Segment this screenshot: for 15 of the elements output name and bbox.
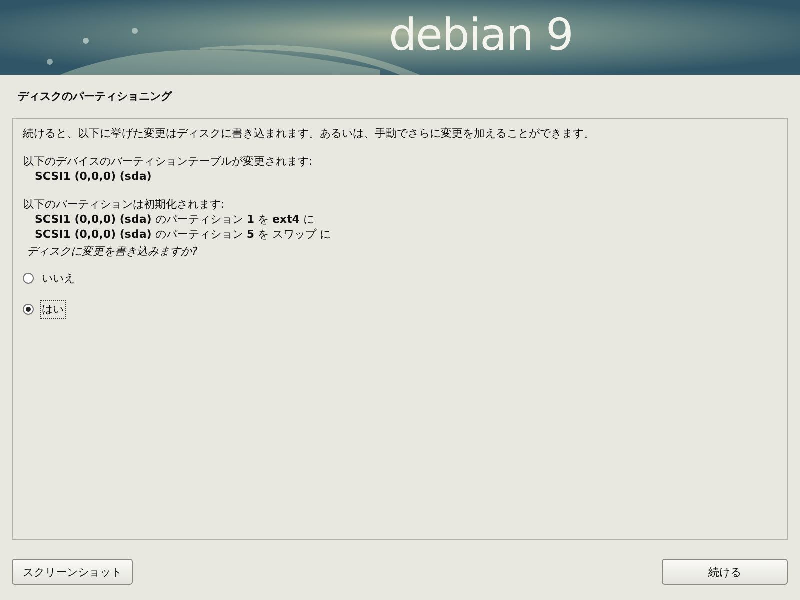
option-label[interactable]: いいえ bbox=[40, 269, 77, 288]
body-text: 以下のデバイスのパーティションテーブルが変更されます: bbox=[23, 154, 314, 169]
body-text: 以下のパーティションは初期化されます: bbox=[23, 197, 226, 212]
screenshot-button[interactable]: スクリーンショット bbox=[12, 559, 133, 585]
continue-button[interactable]: 続ける bbox=[662, 559, 788, 585]
radio-button[interactable] bbox=[23, 304, 34, 315]
body-text: SCSI1 (0,0,0) (sda) bbox=[34, 169, 153, 184]
option-label[interactable]: はい bbox=[40, 300, 66, 319]
body-text: SCSI1 (0,0,0) (sda) のパーティション 5 を スワップ に bbox=[34, 227, 332, 242]
question-text: ディスクに変更を書き込みますか? bbox=[27, 244, 199, 259]
page-title: ディスクのパーティショニング bbox=[17, 89, 174, 104]
radio-button[interactable] bbox=[23, 273, 34, 284]
logo: debian 9 bbox=[389, 9, 573, 63]
body-text: 続けると、以下に挙げた変更はディスクに書き込まれます。あるいは、手動でさらに変更を加えることができます。 bbox=[23, 126, 596, 141]
body-text: SCSI1 (0,0,0) (sda) のパーティション 1 を ext4 に bbox=[34, 212, 316, 227]
